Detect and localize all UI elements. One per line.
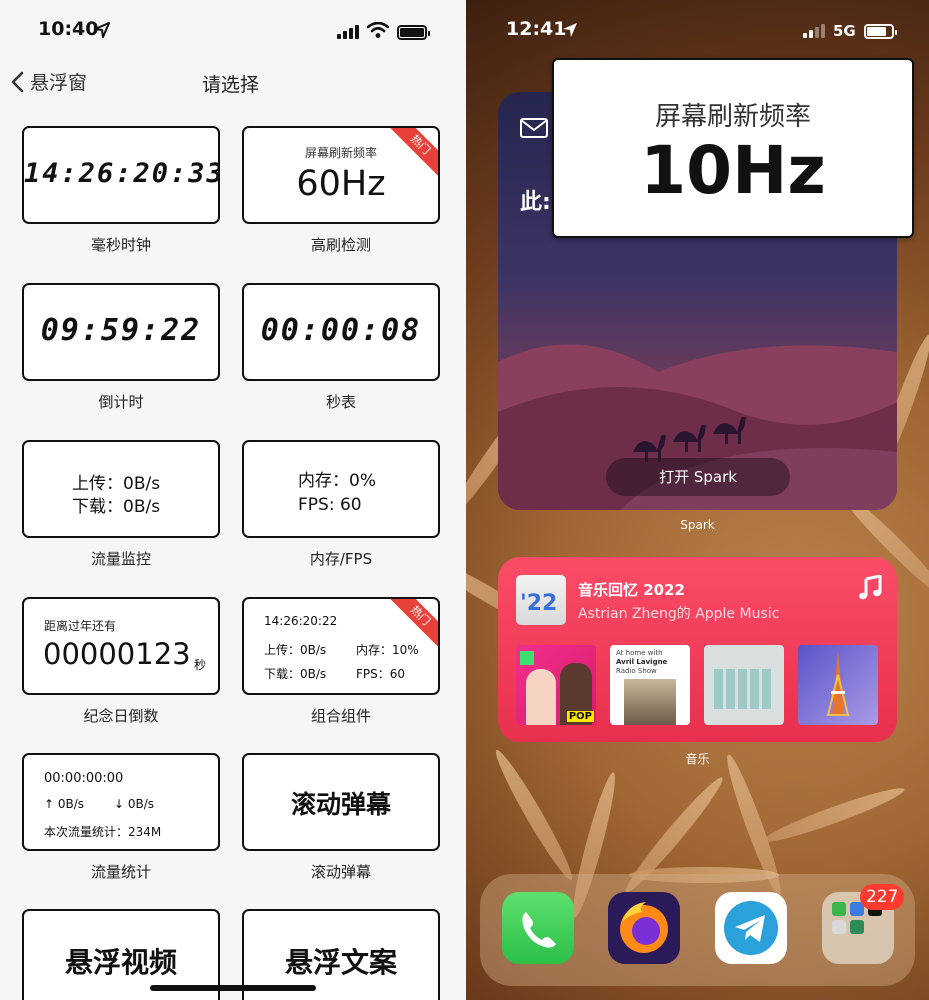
widget-combo[interactable]: 14:26:20:22 上传：0B/s 内存：10% 下载：0B/s FPS：6…: [242, 597, 440, 695]
stats-down: ↓ 0B/s: [114, 797, 155, 811]
danmaku-display: 滚动弹幕: [290, 790, 391, 819]
widget-traffic-stats[interactable]: 00:00:00:00 ↑ 0B/s ↓ 0B/s 本次流量统计：234M: [22, 753, 220, 851]
album-art-1[interactable]: POP: [516, 645, 596, 725]
memory-usage: 内存：0%: [298, 471, 376, 491]
album-1-label: POP: [566, 711, 594, 722]
refresh-rate-value: 10Hz: [640, 132, 826, 209]
widget-countdown[interactable]: 09:59:22: [22, 283, 220, 381]
album-art-3[interactable]: [704, 645, 784, 725]
home-screen: 12:41 5G 此: 打开 Spark Spark 屏幕刷新频率 10Hz '…: [466, 0, 929, 1000]
telegram-app-icon[interactable]: [715, 892, 787, 964]
floating-window-picker-screen: 10:40 悬浮窗 请选择 14:26:20:33 毫秒时钟 屏幕刷新频率 60…: [0, 0, 466, 1000]
stats-total: 本次流量统计：234M: [44, 825, 162, 839]
anniversary-value: 00000123: [43, 637, 191, 671]
notification-badge: 227: [860, 884, 905, 910]
stats-up: ↑ 0B/s: [44, 797, 85, 811]
firefox-app-icon[interactable]: [608, 892, 680, 964]
music-app-label: 音乐: [685, 752, 710, 766]
cellular-signal-icon: [803, 24, 825, 38]
status-icons: 5G: [803, 22, 897, 40]
location-arrow-icon: [562, 22, 578, 42]
float-video-display: 悬浮视频: [64, 946, 177, 979]
screenshot-collage: 10:40 悬浮窗 请选择 14:26:20:33 毫秒时钟 屏幕刷新频率 60…: [0, 0, 929, 1000]
replay-badge: '22: [516, 575, 566, 625]
cellular-signal-icon: [337, 25, 359, 39]
widget-mem-fps[interactable]: 内存：0% FPS: 60: [242, 440, 440, 538]
combo-download: 下载：0B/s: [264, 667, 327, 681]
open-spark-button[interactable]: 打开 Spark: [606, 458, 790, 496]
stopwatch-caption: 秒表: [325, 393, 356, 411]
widget-traffic-monitor[interactable]: 上传：0B/s 下载：0B/s: [22, 440, 220, 538]
album-art-2[interactable]: At home with Avril Lavigne Radio Show: [610, 645, 690, 725]
anniversary-unit: 秒: [194, 658, 207, 672]
anniversary-label: 距离过年还有: [44, 619, 117, 633]
open-spark-label: 打开 Spark: [659, 468, 737, 486]
countdown-caption: 倒计时: [98, 393, 144, 411]
ms-clock-caption: 毫秒时钟: [90, 236, 151, 254]
status-icons: [337, 21, 430, 42]
tokyo-tower-illustration: [826, 651, 850, 716]
spark-partial-text: 此:: [520, 190, 551, 215]
mem-fps-caption: 内存/FPS: [309, 550, 373, 568]
widget-danmaku[interactable]: 滚动弹幕: [242, 753, 440, 851]
apple-music-widget[interactable]: '22 音乐回忆 2022 Astrian Zheng的 Apple Music…: [498, 557, 897, 742]
navigation-bar: 悬浮窗 请选择: [0, 68, 466, 98]
phone-app-icon[interactable]: [502, 892, 574, 964]
music-note-icon: [858, 574, 882, 605]
refresh-detect-caption: 高刷检测: [310, 236, 371, 254]
widget-refresh-detect[interactable]: 屏幕刷新频率 60Hz 热门: [242, 126, 440, 224]
widget-ms-clock[interactable]: 14:26:20:33: [22, 126, 220, 224]
combo-memory: 内存：10%: [356, 643, 419, 657]
status-time: 12:41: [506, 18, 567, 40]
location-arrow-icon: [94, 22, 110, 42]
stopwatch-display: 00:00:08: [260, 313, 422, 348]
album-2-line2: Avril Lavigne: [616, 658, 668, 666]
mail-icon: [520, 118, 548, 142]
album-2-line3: Radio Show: [616, 667, 657, 675]
status-time: 10:40: [38, 18, 99, 40]
traffic-stats-caption: 流量统计: [90, 863, 151, 881]
spark-app-label: Spark: [680, 518, 715, 532]
album-art-4[interactable]: [798, 645, 878, 725]
page-title: 请选择: [201, 74, 259, 96]
combo-caption: 组合组件: [310, 707, 371, 725]
refresh-value: 60Hz: [296, 164, 386, 204]
replay-badge-text: '22: [520, 591, 558, 616]
traffic-monitor-caption: 流量监控: [90, 550, 151, 568]
home-indicator[interactable]: [150, 985, 316, 991]
combo-time: 14:26:20:22: [264, 614, 338, 628]
widget-anniversary[interactable]: 距离过年还有 00000123 秒: [22, 597, 220, 695]
upload-speed: 上传：0B/s: [72, 474, 161, 494]
network-type: 5G: [833, 22, 856, 40]
music-subtitle: Astrian Zheng的 Apple Music: [578, 606, 780, 622]
anniversary-caption: 纪念日倒数: [83, 707, 159, 725]
album-2-line1: At home with: [616, 649, 663, 657]
widget-stopwatch[interactable]: 00:00:08: [242, 283, 440, 381]
combo-fps: FPS：60: [356, 667, 406, 681]
stats-time: 00:00:00:00: [44, 771, 124, 786]
battery-icon: [863, 23, 897, 39]
ms-clock-display: 14:26:20:33: [24, 158, 220, 189]
refresh-rate-overlay[interactable]: 屏幕刷新频率 10Hz: [552, 58, 914, 238]
danmaku-caption: 滚动弹幕: [310, 863, 371, 881]
countdown-display: 09:59:22: [40, 313, 202, 348]
music-title: 音乐回忆 2022: [578, 581, 685, 599]
refresh-rate-label: 屏幕刷新频率: [654, 102, 811, 132]
fps-value: FPS: 60: [298, 495, 362, 515]
download-speed: 下载：0B/s: [72, 497, 161, 517]
float-text-display: 悬浮文案: [284, 946, 397, 979]
combo-upload: 上传：0B/s: [264, 643, 327, 657]
battery-icon: [397, 24, 430, 40]
wifi-icon: [366, 21, 390, 42]
